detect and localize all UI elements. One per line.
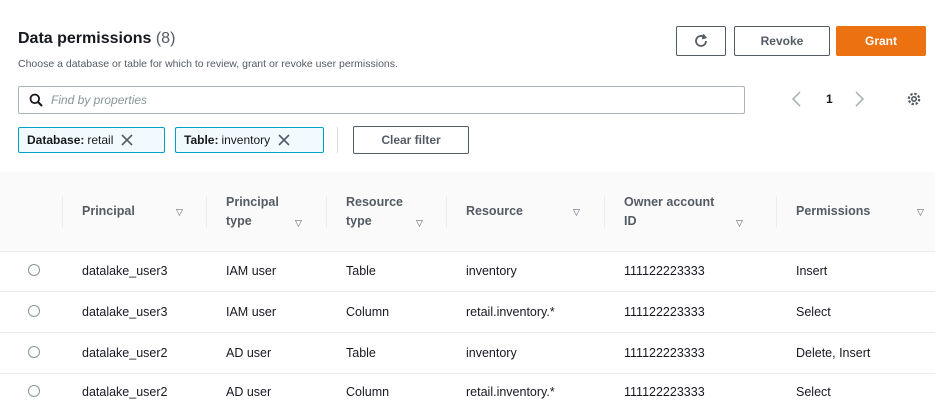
close-icon	[121, 134, 133, 146]
page-subtitle: Choose a database or table for which to …	[18, 58, 398, 70]
sort-icon: ▽	[176, 207, 183, 217]
grant-button[interactable]: Grant	[836, 26, 926, 56]
gear-icon	[907, 92, 921, 106]
column-header-label: Owner account	[624, 194, 715, 209]
sort-icon: ▽	[573, 207, 580, 217]
cell-resource: inventory	[466, 264, 517, 278]
clear-filter-button[interactable]: Clear filter	[353, 126, 469, 154]
column-header-label: type	[346, 213, 372, 228]
table-row[interactable]: datalake_user2 AD user Table inventory 1…	[0, 333, 935, 374]
cell-principal-type: IAM user	[226, 305, 277, 319]
search-icon	[29, 93, 43, 107]
filter-token-value: retail	[87, 133, 114, 147]
row-select-radio[interactable]	[28, 346, 40, 358]
sort-icon: ▽	[295, 218, 302, 228]
refresh-button[interactable]	[676, 26, 726, 56]
refresh-icon	[695, 33, 708, 47]
table-header: Principal ▽ Principal type ▽ Resource type…	[0, 172, 935, 252]
row-select-radio[interactable]	[28, 305, 40, 317]
column-header-label: ID	[624, 213, 637, 228]
row-select-radio[interactable]	[28, 264, 40, 276]
close-icon	[278, 134, 290, 146]
cell-principal: datalake_user3	[82, 264, 168, 278]
item-count: (8)	[155, 30, 176, 47]
cell-resource-type: Column	[346, 305, 390, 319]
table-row[interactable]: datalake_user2 AD user Column retail.inv…	[0, 374, 935, 414]
cell-owner-account-id: 111122223333	[624, 346, 705, 360]
revoke-button[interactable]: Revoke	[734, 26, 830, 56]
column-header-label: Permissions	[796, 204, 871, 218]
column-divider	[206, 196, 207, 228]
cell-owner-account-id: 111122223333	[624, 305, 705, 319]
cell-resource: retail.inventory.*	[466, 305, 555, 319]
search-box[interactable]	[18, 86, 745, 114]
column-header-label: Principal	[226, 194, 279, 209]
table-row[interactable]: datalake_user3 IAM user Column retail.in…	[0, 292, 935, 333]
cell-permissions: Delete, Insert	[796, 346, 871, 360]
panel-header: Data permissions (8)	[18, 30, 175, 48]
previous-page-button[interactable]	[790, 88, 804, 110]
cell-principal: datalake_user2	[82, 346, 168, 360]
sort-icon: ▽	[736, 218, 743, 228]
cell-owner-account-id: 111122223333	[624, 264, 705, 278]
column-header-principal-type[interactable]: Principal type ▽	[226, 172, 326, 251]
row-select-radio[interactable]	[28, 385, 40, 397]
column-header-owner-account-id[interactable]: Owner account ID ▽	[624, 172, 764, 251]
cell-resource: inventory	[466, 346, 517, 360]
column-divider	[446, 196, 447, 228]
preferences-button[interactable]	[906, 91, 922, 107]
cell-resource-type: Table	[346, 346, 376, 360]
title-text: Data permissions	[18, 30, 152, 47]
filter-token-key: Table:	[184, 133, 219, 147]
page-number-button[interactable]: 1	[826, 92, 833, 106]
filter-divider	[337, 127, 338, 153]
column-divider	[776, 196, 777, 228]
column-header-label: type	[226, 213, 252, 228]
remove-filter-button[interactable]	[278, 134, 290, 146]
sort-icon: ▽	[917, 207, 924, 217]
chevron-right-icon	[855, 91, 865, 107]
filter-token-table: Table: inventory	[175, 127, 324, 153]
cell-resource-type: Table	[346, 264, 376, 278]
cell-principal: datalake_user3	[82, 305, 168, 319]
search-input[interactable]	[49, 92, 733, 108]
cell-principal-type: AD user	[226, 346, 272, 360]
column-divider	[326, 196, 327, 228]
column-header-label: Resource	[346, 194, 403, 209]
filter-token-database: Database: retail	[18, 127, 165, 153]
column-header-principal[interactable]: Principal ▽	[82, 172, 192, 251]
table-row[interactable]: datalake_user3 IAM user Table inventory …	[0, 251, 935, 292]
column-divider	[62, 196, 63, 228]
column-header-label: Resource	[466, 204, 523, 218]
column-divider	[604, 196, 605, 228]
remove-filter-button[interactable]	[121, 134, 133, 146]
column-header-resource-type[interactable]: Resource type ▽	[346, 172, 446, 251]
next-page-button[interactable]	[852, 88, 866, 110]
page-title: Data permissions (8)	[18, 30, 175, 47]
chevron-left-icon	[791, 91, 801, 107]
column-header-label: Principal	[82, 204, 135, 218]
filter-token-key: Database:	[27, 133, 85, 147]
filter-token-value: inventory	[221, 133, 271, 147]
column-header-resource[interactable]: Resource ▽	[466, 172, 596, 251]
sort-icon: ▽	[416, 218, 423, 228]
column-header-permissions[interactable]: Permissions ▽	[796, 172, 931, 251]
cell-permissions: Insert	[796, 264, 828, 278]
cell-permissions: Select	[796, 305, 831, 319]
cell-principal-type: IAM user	[226, 264, 277, 278]
